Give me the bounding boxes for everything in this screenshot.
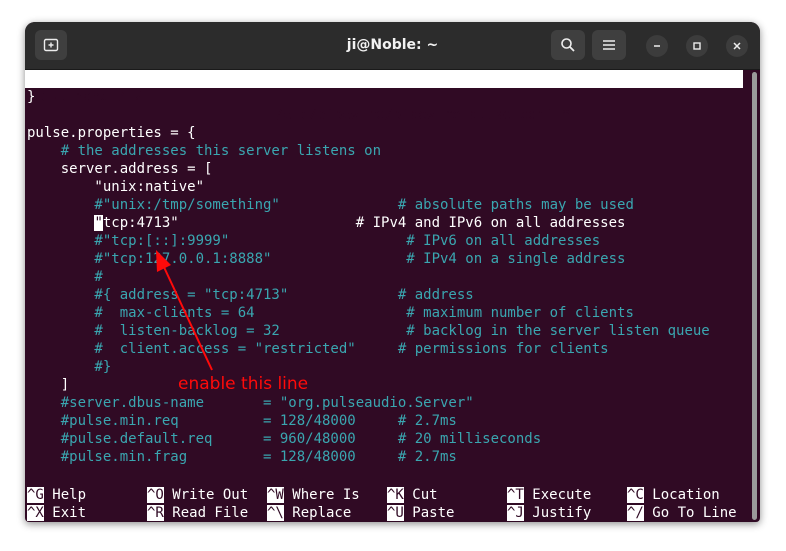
line-text: #} [27,359,112,375]
terminal-window: ji@Noble: ~ GNU nano 7.2 /etc/pipewire/p… [25,22,760,522]
shortcut-label: Go To Line [643,505,737,521]
text-cursor: " [94,215,103,231]
shortcut-label: Location [643,487,720,503]
shortcut-key: ^R [147,505,164,521]
line-text: #pulse.default.req = 960/48000 # 20 mill… [27,431,542,447]
shortcut-key: ^X [27,505,44,521]
line-text: pulse.properties = { [27,125,196,141]
line-text: tcp:4713" # IPv4 and IPv6 on all address… [102,215,626,231]
annotation-label: enable this line [178,374,309,394]
line-text: # [27,269,103,285]
menu-button[interactable] [592,30,626,60]
editor-line[interactable]: pulse.properties = { [27,124,196,142]
editor-line[interactable]: #pulse.min.req = 128/48000 # 2.7ms [27,412,457,430]
line-text [27,215,94,231]
line-text: #"tcp:127.0.0.1:8888" # IPv4 on a single… [27,251,626,267]
line-text: "unix:native" [27,179,205,195]
nano-filename: /etc/pipewire/pipewire-pulse.conf * [275,107,571,123]
editor-line[interactable]: "unix:native" [27,178,204,196]
shortcut-key: ^U [387,505,404,521]
shortcut-item: ^O Write Out [147,486,248,504]
shortcut-label: Paste [403,505,455,521]
shortcut-label: Write Out [163,487,249,503]
search-button[interactable] [551,30,585,60]
shortcut-key: ^W [267,487,284,503]
editor-line[interactable]: #pulse.min.frag = 128/48000 # 2.7ms [27,448,457,466]
title-bar: ji@Noble: ~ [25,22,760,70]
shortcut-label: Cut [403,487,438,503]
shortcut-key: ^G [27,487,44,503]
editor-line[interactable]: } [27,88,35,106]
editor-line[interactable]: # max-clients = 64 # maximum number of c… [27,304,634,322]
maximize-button[interactable] [686,35,708,57]
nano-version: GNU nano 7.2 [41,89,143,105]
scrollbar[interactable] [752,72,757,520]
line-text: # listen-backlog = 32 # backlog in the s… [27,323,710,339]
editor-line[interactable]: #"tcp:[::]:9999" # IPv6 on all addresses [27,232,600,250]
shortcut-label: Replace [283,505,352,521]
search-icon [561,38,575,52]
shortcut-label: Where Is [283,487,360,503]
shortcut-item: ^G Help [27,486,86,504]
editor-line[interactable]: # listen-backlog = 32 # backlog in the s… [27,322,710,340]
minimize-icon [654,45,660,47]
shortcut-label: Help [43,487,87,503]
editor-line[interactable]: # client.access = "restricted" # permiss… [27,340,609,358]
shortcut-item: ^J Justify [507,504,591,522]
shortcut-label: Exit [43,505,87,521]
shortcut-key: ^O [147,487,164,503]
shortcut-label: Read File [163,505,249,521]
close-icon [733,42,741,50]
terminal-area[interactable]: GNU nano 7.2 /etc/pipewire/pipewire-puls… [25,70,760,522]
line-text: # client.access = "restricted" # permiss… [27,341,609,357]
shortcut-item: ^\ Replace [267,504,351,522]
editor-line[interactable]: #{ address = "tcp:4713" # address [27,286,474,304]
shortcut-item: ^C Location [627,486,720,504]
line-text: #pulse.min.frag = 128/48000 # 2.7ms [27,449,457,465]
editor-line[interactable]: # [27,268,103,286]
line-text: # max-clients = 64 # maximum number of c… [27,305,634,321]
editor-line[interactable]: #"unix:/tmp/something" # absolute paths … [27,196,634,214]
shortcut-item: ^U Paste [387,504,454,522]
close-button[interactable] [726,35,748,57]
editor-line[interactable]: #pulse.default.req = 960/48000 # 20 mill… [27,430,541,448]
line-text: #"tcp:[::]:9999" # IPv6 on all addresses [27,233,601,249]
minimize-button[interactable] [646,35,668,57]
shortcut-key: ^C [627,487,644,503]
nano-header: GNU nano 7.2 /etc/pipewire/pipewire-puls… [25,70,743,123]
editor-line[interactable]: ] [27,376,69,394]
shortcut-item: ^/ Go To Line [627,504,737,522]
line-text: } [27,89,36,105]
shortcut-item: ^X Exit [27,504,86,522]
editor-line[interactable]: #"tcp:127.0.0.1:8888" # IPv4 on a single… [27,250,625,268]
shortcut-item: ^R Read File [147,504,248,522]
shortcut-key: ^/ [627,505,644,521]
shortcut-label: Execute [523,487,592,503]
line-text: server.address = [ [27,161,213,177]
hamburger-menu-icon [603,40,615,50]
shortcut-key: ^T [507,487,524,503]
line-text: #{ address = "tcp:4713" # address [27,287,474,303]
shortcut-key: ^J [507,505,524,521]
maximize-icon [693,42,701,50]
shortcut-key: ^K [387,487,404,503]
editor-line[interactable]: # the addresses this server listens on [27,142,381,160]
shortcut-key: ^\ [267,505,284,521]
line-text: # the addresses this server listens on [27,143,382,159]
editor-line[interactable]: #server.dbus-name = "org.pulseaudio.Serv… [27,394,474,412]
shortcut-item: ^K Cut [387,486,438,504]
line-text: #server.dbus-name = "org.pulseaudio.Serv… [27,395,474,411]
editor-line[interactable]: server.address = [ [27,160,213,178]
line-text: #pulse.min.req = 128/48000 # 2.7ms [27,413,457,429]
editor-line[interactable]: "tcp:4713" # IPv4 and IPv6 on all addres… [27,214,625,232]
editor-line[interactable]: #} [27,358,111,376]
shortcut-item: ^T Execute [507,486,591,504]
line-text: ] [27,377,70,393]
shortcut-label: Justify [523,505,592,521]
shortcut-item: ^W Where Is [267,486,360,504]
line-text: #"unix:/tmp/something" # absolute paths … [27,197,634,213]
